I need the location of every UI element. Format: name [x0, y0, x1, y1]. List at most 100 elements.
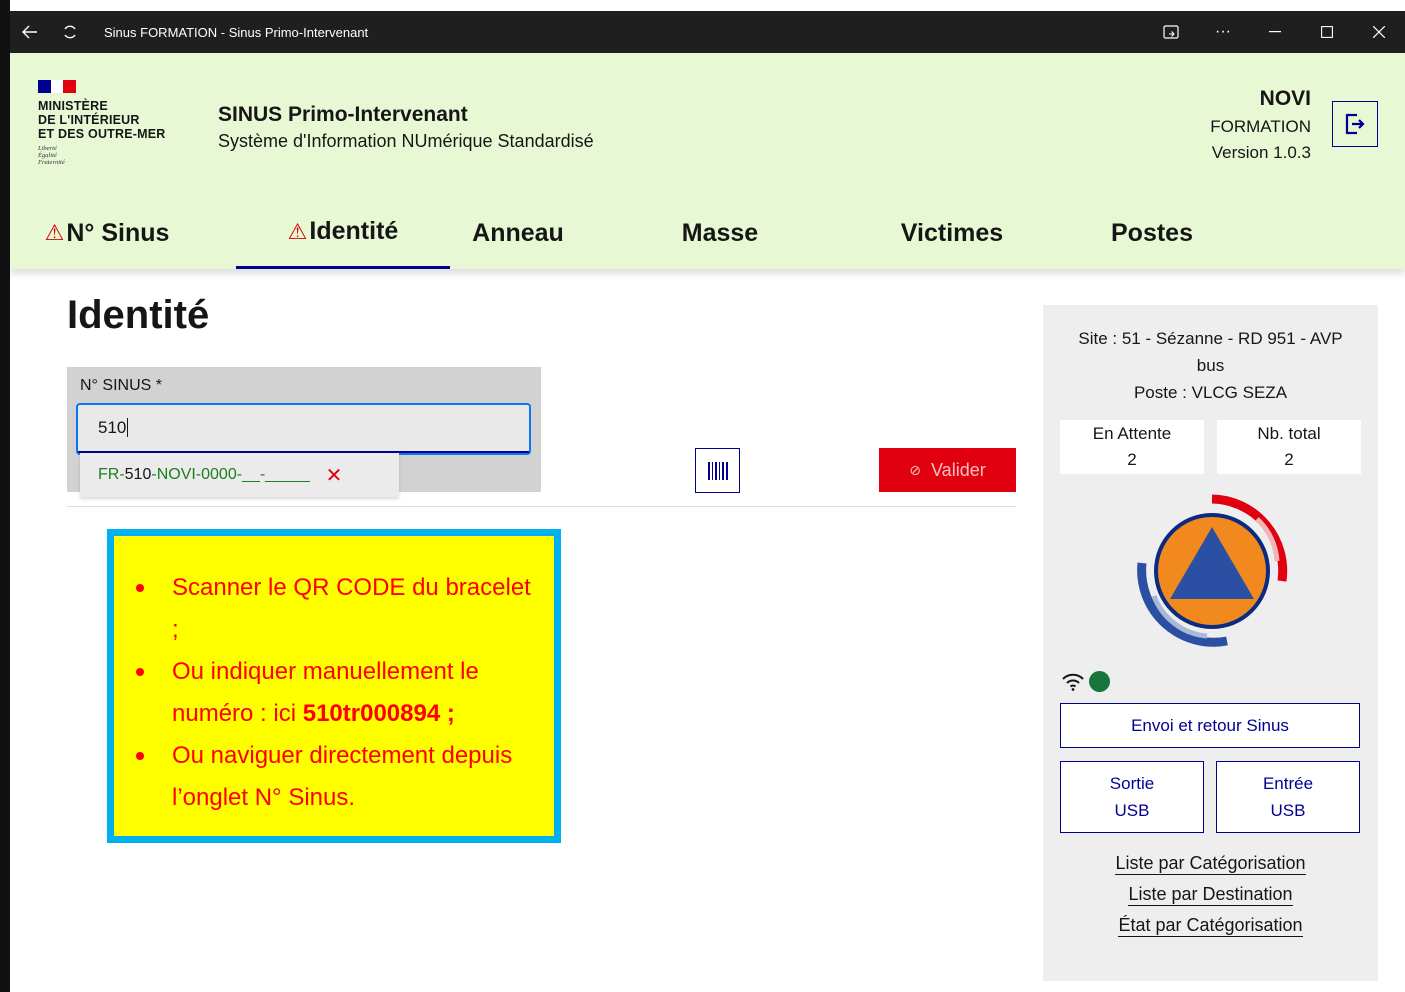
tab-numero-sinus[interactable]: ⚠ N° Sinus — [32, 197, 182, 269]
tab-label: Victimes — [900, 218, 1004, 247]
suggestion-digits: 510 — [124, 466, 152, 483]
window-title: Sinus FORMATION - Sinus Primo-Intervenan… — [104, 24, 369, 40]
refresh-button[interactable] — [50, 11, 90, 53]
app-subtitle: Système d'Information NUmérique Standard… — [218, 131, 594, 151]
flag-icon — [38, 80, 77, 93]
ministry-name: MINISTÈRE DE L'INTÉRIEUR ET DES OUTRE-ME… — [38, 99, 178, 141]
tab-identite[interactable]: ⚠ Identité — [236, 197, 450, 269]
motto-line-1: Liberté — [38, 145, 57, 152]
instruction-example-number: 510tr000894 ; — [302, 700, 455, 727]
validate-button[interactable]: ⊘ Valider — [879, 448, 1016, 492]
link-etat-categorisation[interactable]: État par Catégorisation — [1043, 915, 1378, 937]
sinus-suggestion[interactable]: FR-510-NOVI-0000-__-_____ ✕ — [80, 453, 399, 497]
motto-line-2: Égalité — [38, 152, 57, 159]
send-and-return-label: Envoi et retour Sinus — [1131, 716, 1289, 735]
check-circle-icon: ⊘ — [909, 461, 922, 478]
link-label: Liste par Catégorisation — [1115, 853, 1306, 875]
minimize-icon — [1269, 31, 1281, 33]
tab-masse[interactable]: Masse — [650, 197, 790, 269]
ministry-line-3: ET DES OUTRE-MER — [38, 127, 166, 141]
arrow-left-icon — [22, 25, 37, 39]
usb-export-label: Sortie — [1109, 774, 1155, 793]
app-info: NOVI FORMATION Version 1.0.3 — [1210, 87, 1311, 163]
app-header: MINISTÈRE DE L'INTÉRIEUR ET DES OUTRE-ME… — [10, 53, 1405, 197]
app-name: NOVI — [1259, 87, 1311, 110]
screen-top-strip — [0, 0, 1405, 11]
more-button[interactable]: ··· — [1197, 11, 1249, 53]
stat-en-attente: En Attente 2 — [1060, 420, 1204, 474]
ministry-logo: MINISTÈRE DE L'INTÉRIEUR ET DES OUTRE-ME… — [38, 80, 178, 166]
usb-import-button[interactable]: Entrée USB — [1216, 761, 1360, 833]
usb-import-label: Entrée — [1262, 774, 1314, 793]
suggestion-rest: -NOVI-0000-__-_____ — [151, 466, 310, 483]
more-icon: ··· — [1215, 23, 1231, 40]
stat-value: 2 — [1127, 450, 1137, 469]
section-divider — [67, 506, 1016, 507]
link-label: Liste par Destination — [1128, 884, 1293, 906]
sinus-field-label: N° SINUS * — [80, 377, 162, 394]
tab-label: Postes — [1111, 218, 1193, 247]
site-line: Site : 51 - Sézanne - RD 951 - AVP — [1078, 329, 1343, 348]
suggestion-code: FR-510-NOVI-0000-__-_____ — [98, 466, 310, 484]
ministry-line-1: MINISTÈRE — [38, 99, 108, 113]
window-frame — [0, 0, 10, 992]
sinus-number-input[interactable]: 510 — [76, 403, 531, 455]
stat-nb-total: Nb. total 2 — [1217, 420, 1361, 474]
stat-label: En Attente — [1092, 424, 1172, 443]
app-title: SINUS Primo-Intervenant — [218, 103, 468, 126]
connection-status — [1061, 671, 1110, 692]
republic-motto: Liberté Égalité Fraternité — [38, 145, 178, 166]
usb-import-label: USB — [1270, 801, 1306, 820]
close-icon — [1373, 26, 1385, 38]
send-and-return-button[interactable]: Envoi et retour Sinus — [1060, 703, 1360, 748]
back-button[interactable] — [10, 11, 50, 53]
tab-label: Identité — [309, 217, 399, 245]
warning-icon: ⚠ — [287, 218, 308, 244]
cast-icon — [1163, 25, 1179, 39]
ministry-line-2: DE L'INTÉRIEUR — [38, 113, 140, 127]
instruction-text: Scanner le QR CODE du bracelet ; — [172, 574, 531, 643]
bullet-icon — [136, 584, 144, 592]
page-title: Identité — [67, 293, 210, 337]
logout-button[interactable] — [1332, 101, 1378, 147]
wifi-icon — [1062, 673, 1084, 691]
link-label: État par Catégorisation — [1118, 915, 1303, 937]
sinus-input-panel: N° SINUS * 510 FR-510-NOVI-0000-__-_____… — [67, 367, 541, 497]
tab-label: N° Sinus — [66, 218, 170, 247]
close-button[interactable] — [1353, 11, 1405, 53]
link-liste-categorisation[interactable]: Liste par Catégorisation — [1043, 853, 1378, 875]
maximize-button[interactable] — [1301, 11, 1353, 53]
usb-export-label: USB — [1114, 801, 1150, 820]
tab-label: Masse — [681, 218, 759, 247]
site-sidebar: Site : 51 - Sézanne - RD 951 - AVP bus P… — [1043, 305, 1378, 981]
app-version: Version 1.0.3 — [1211, 143, 1311, 162]
online-status-dot — [1089, 671, 1110, 692]
clear-suggestion-icon[interactable]: ✕ — [326, 463, 343, 488]
stat-label: Nb. total — [1257, 424, 1321, 443]
cast-button[interactable] — [1145, 11, 1197, 53]
minimize-button[interactable] — [1249, 11, 1301, 53]
warning-icon: ⚠ — [44, 220, 65, 245]
main-nav: ⚠ N° Sinus ⚠ Identité Anneau Masse Victi… — [10, 197, 1405, 269]
tab-postes[interactable]: Postes — [1090, 197, 1214, 269]
site-line: bus — [1196, 356, 1225, 375]
link-liste-destination[interactable]: Liste par Destination — [1043, 884, 1378, 906]
poste-line: Poste : VLCG SEZA — [1133, 383, 1288, 402]
instruction-item: Ou naviguer directement depuis l’onglet … — [124, 735, 544, 819]
app-mode: FORMATION — [1210, 117, 1311, 136]
instruction-item: Ou indiquer manuellement le numéro : ici… — [124, 651, 544, 735]
scan-barcode-button[interactable] — [695, 448, 740, 493]
site-info: Site : 51 - Sézanne - RD 951 - AVP bus P… — [1043, 325, 1378, 406]
suggestion-prefix: FR- — [98, 466, 125, 483]
bullet-icon — [136, 668, 144, 676]
tab-anneau[interactable]: Anneau — [450, 197, 586, 269]
motto-line-3: Fraternité — [38, 159, 65, 166]
instruction-item: Scanner le QR CODE du bracelet ; — [124, 567, 544, 651]
usb-export-button[interactable]: Sortie USB — [1060, 761, 1204, 833]
validate-label: Valider — [931, 459, 986, 480]
tab-label: Anneau — [472, 218, 564, 247]
instruction-text: Ou naviguer directement depuis l’onglet … — [172, 742, 513, 811]
title-bar: Sinus FORMATION - Sinus Primo-Intervenan… — [10, 11, 1405, 53]
logout-icon — [1345, 113, 1365, 135]
tab-victimes[interactable]: Victimes — [880, 197, 1024, 269]
